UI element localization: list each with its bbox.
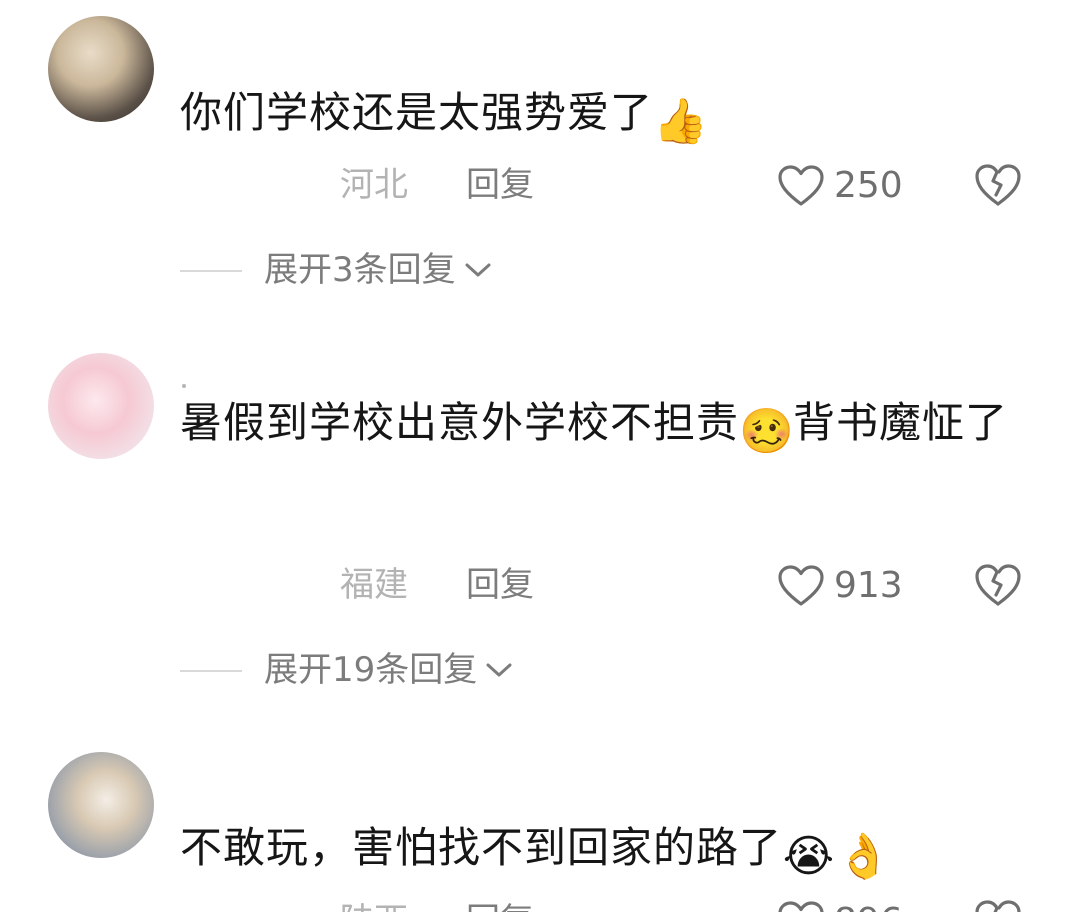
region-label: 河北	[340, 165, 408, 205]
comment-text: 不敢玩，害怕找不到回家的路了😭👌	[180, 823, 892, 882]
avatar[interactable]	[48, 752, 154, 858]
heart-icon	[778, 565, 824, 606]
chevron-down-icon	[465, 263, 491, 277]
like-count: 896	[834, 900, 903, 912]
region-label: 福建	[340, 565, 408, 605]
avatar[interactable]	[48, 16, 154, 122]
like-count: 250	[834, 165, 903, 206]
heart-icon	[778, 165, 824, 206]
comment-meta: 福建 回复 913	[0, 555, 1080, 615]
loudly-crying-face-icon: 😭	[782, 831, 836, 882]
broken-heart-icon[interactable]	[974, 163, 1022, 207]
like-button[interactable]: 250	[778, 161, 903, 211]
expand-replies-label: 展开19条回复	[264, 650, 478, 690]
comment-meta: 陕西 回复 896	[0, 891, 1080, 912]
heart-icon	[778, 901, 824, 912]
ok-hand-icon: 👌	[836, 831, 892, 882]
broken-heart-icon[interactable]	[974, 899, 1022, 912]
expand-replies[interactable]: 展开3条回复	[0, 245, 1080, 295]
reply-button[interactable]: 回复	[466, 899, 534, 912]
broken-heart-icon[interactable]	[974, 563, 1022, 607]
divider	[180, 270, 242, 272]
comment-list: 你们学校还是太强势爱了👍 河北 回复 250 展开3条回复 暑假到学校出意外学校…	[0, 0, 1080, 912]
like-button[interactable]: 896	[778, 897, 903, 912]
comment-text: 你们学校还是太强势爱了👍	[180, 88, 709, 147]
comment-meta: 河北 回复 250	[0, 155, 1080, 215]
like-count: 913	[834, 565, 903, 606]
chevron-down-icon	[486, 663, 512, 677]
reply-button[interactable]: 回复	[466, 563, 534, 607]
comment-text: 暑假到学校出意外学校不担责🥴背书魔怔了	[180, 398, 1009, 457]
dizzy-smile-face-icon: 🥴	[739, 406, 795, 457]
region-label: 陕西	[340, 899, 408, 912]
reply-button[interactable]: 回复	[466, 163, 534, 207]
divider	[180, 670, 242, 672]
thumbs-up-icon: 👍	[653, 96, 709, 147]
expand-replies[interactable]: 展开19条回复	[0, 645, 1080, 695]
expand-replies-label: 展开3条回复	[264, 250, 456, 290]
avatar[interactable]	[48, 353, 154, 459]
like-button[interactable]: 913	[778, 561, 903, 611]
